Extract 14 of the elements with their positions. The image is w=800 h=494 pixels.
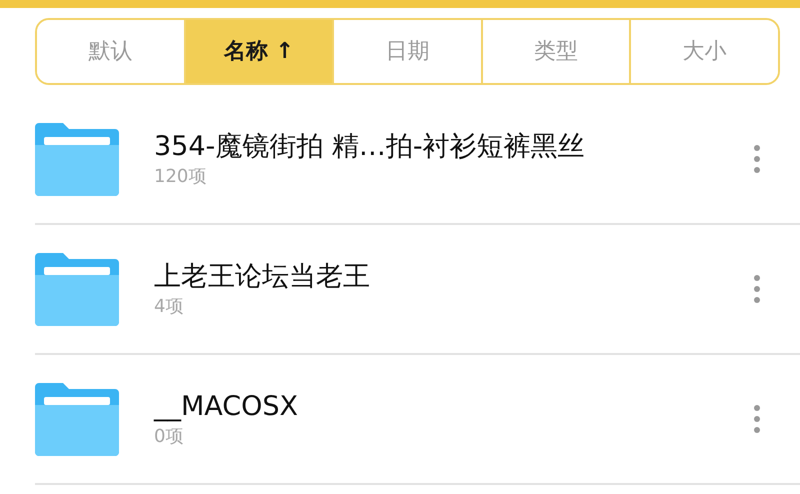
sort-tab[interactable]: 名称 ↑ [184, 20, 332, 83]
folder-name: 上老王论坛当老王 [154, 262, 371, 290]
item-count: 4项 [154, 298, 184, 316]
folder-name: 354-魔镜街拍 精…拍-衬衫短裤黑丝 [154, 132, 586, 160]
item-count: 120项 [154, 168, 208, 186]
folder-icon [35, 252, 119, 326]
folder-name: __MACOSX [154, 392, 300, 420]
more-icon[interactable] [752, 403, 762, 435]
more-icon[interactable] [752, 143, 762, 175]
item-count: 0项 [154, 428, 184, 446]
folder-icon [35, 122, 119, 196]
folder-icon [35, 382, 119, 456]
more-icon[interactable] [752, 273, 762, 305]
sort-tab[interactable]: 大小 [629, 20, 778, 83]
